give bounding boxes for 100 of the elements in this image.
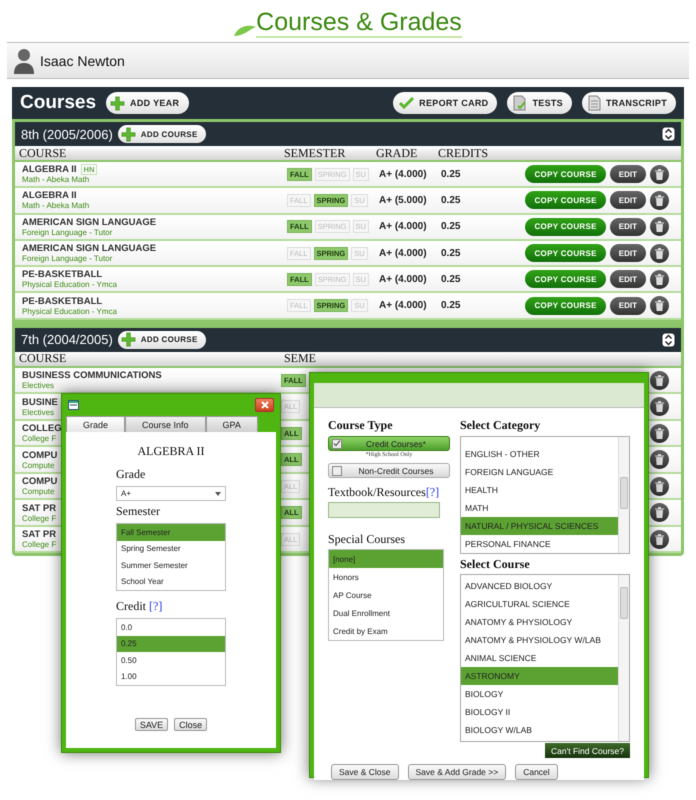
dialog-tab[interactable]: Course Info: [125, 416, 206, 432]
course-option[interactable]: ASTRONOMY: [461, 667, 618, 685]
trash-icon: [655, 480, 664, 492]
delete-button[interactable]: [650, 296, 669, 316]
semester-option[interactable]: Summer Semester: [117, 557, 225, 574]
delete-button[interactable]: [650, 424, 669, 443]
course-subtitle: Compute: [22, 487, 54, 496]
dialog-tab[interactable]: GPA: [206, 416, 258, 432]
special-course-option[interactable]: AP Course: [329, 586, 443, 604]
dialog-button[interactable]: Close: [174, 718, 208, 731]
semester-label: Semester: [116, 504, 161, 519]
special-course-option[interactable]: Honors: [329, 568, 443, 586]
delete-button[interactable]: [650, 190, 669, 210]
year-title: 8th (2005/2006): [21, 126, 113, 142]
credit-option[interactable]: 0.0: [117, 619, 225, 636]
dialog-button[interactable]: Cancel: [515, 764, 558, 780]
close-button[interactable]: [255, 398, 274, 412]
special-course-option[interactable]: Credit by Exam: [329, 622, 443, 640]
dialog-button[interactable]: Save & Close: [331, 764, 398, 780]
grade-select[interactable]: A+: [116, 486, 226, 501]
help-link[interactable]: [?]: [149, 599, 162, 613]
delete-button[interactable]: [650, 270, 669, 289]
credit-option[interactable]: 0.25: [117, 636, 225, 652]
help-link[interactable]: [?]: [426, 485, 440, 499]
textbook-input[interactable]: [328, 502, 440, 518]
special-courses-label: Special Courses: [328, 532, 406, 547]
edit-button[interactable]: EDIT: [610, 165, 646, 184]
course-option[interactable]: BIOLOGY: [461, 685, 618, 703]
dialog-button[interactable]: SAVE: [134, 718, 168, 731]
dialog-button[interactable]: Save & Add Grade >>: [408, 764, 506, 780]
add-year-button[interactable]: ADD YEAR: [106, 92, 190, 114]
category-option[interactable]: NATURAL / PHYSICAL SCIENCES: [461, 517, 618, 535]
course-name: BUSINESS COMMUNICATIONS: [22, 370, 162, 382]
copy-course-button[interactable]: COPY COURSE: [525, 218, 606, 236]
semester-option[interactable]: Spring Semester: [117, 540, 225, 557]
delete-button[interactable]: [650, 450, 669, 470]
copy-course-button[interactable]: COPY COURSE: [525, 244, 606, 262]
copy-course-button[interactable]: COPY COURSE: [525, 296, 606, 315]
copy-course-button[interactable]: COPY COURSE: [525, 270, 606, 288]
delete-button[interactable]: [650, 370, 669, 390]
course-type-toggle[interactable]: Credit Courses*: [328, 436, 450, 451]
delete-button[interactable]: [650, 530, 669, 549]
credit-option[interactable]: 0.50: [117, 652, 225, 668]
toolbar-button[interactable]: TESTS: [507, 92, 572, 114]
trash-icon: [655, 428, 664, 439]
collapse-icon[interactable]: [662, 332, 675, 347]
cant-find-course-button[interactable]: Can't Find Course?: [545, 743, 630, 758]
copy-course-button[interactable]: COPY COURSE: [525, 165, 606, 184]
category-option[interactable]: FOREIGN LANGUAGE: [461, 463, 618, 481]
category-option[interactable]: MATH: [461, 499, 618, 517]
course-type-toggle[interactable]: Non-Credit Courses: [328, 463, 450, 478]
dialog-tab[interactable]: Grade: [66, 416, 126, 432]
category-option[interactable]: ENGLISH - OTHER: [461, 445, 618, 463]
course-option[interactable]: ANATOMY & PHYSIOLOGY: [461, 613, 618, 631]
copy-course-button[interactable]: COPY COURSE: [525, 191, 606, 210]
special-course-option[interactable]: Dual Enrollment: [329, 604, 443, 622]
scrollbar[interactable]: [618, 437, 629, 553]
delete-button[interactable]: [650, 164, 669, 184]
course-label: Select Course: [460, 557, 531, 572]
course-option[interactable]: BIOLOGY W/LAB: [461, 721, 618, 739]
edit-button[interactable]: EDIT: [610, 218, 646, 236]
delete-button[interactable]: [650, 476, 669, 496]
delete-button[interactable]: [650, 397, 669, 416]
course-name: AMERICAN SIGN LANGUAGE: [22, 243, 156, 254]
semester-option[interactable]: School Year: [117, 574, 225, 590]
delete-button[interactable]: [650, 503, 669, 522]
course-option[interactable]: ANATOMY & PHYSIOLOGY W/LAB: [461, 631, 618, 649]
edit-button[interactable]: EDIT: [610, 296, 646, 315]
course-option[interactable]: BIOLOGY II: [461, 703, 618, 721]
scrollbar[interactable]: [618, 575, 629, 741]
delete-button[interactable]: [650, 244, 669, 263]
edit-button[interactable]: EDIT: [610, 191, 646, 210]
add-course-button[interactable]: ADD COURSE: [118, 330, 206, 349]
column-header: SEMESTER: [284, 146, 346, 161]
course-subtitle: Foreign Language - Tutor: [22, 254, 114, 264]
semester-option[interactable]: Fall Semester: [117, 524, 225, 540]
special-course-option[interactable]: [none]: [329, 550, 443, 568]
grade-cell-text: A+ (4.000): [379, 221, 428, 232]
grade-cell-text: A+ (4.000): [379, 168, 428, 180]
edit-button[interactable]: EDIT: [610, 244, 646, 262]
course-option[interactable]: ADVANCED BIOLOGY: [461, 577, 618, 595]
add-course-button[interactable]: ADD COURSE: [118, 125, 206, 143]
delete-button[interactable]: [650, 217, 669, 236]
credits-cell-text: 0.25: [441, 168, 462, 180]
credit-option[interactable]: 1.00: [117, 668, 225, 685]
category-option[interactable]: PERSONAL FINANCE: [461, 535, 618, 553]
course-name: ALGEBRA II: [22, 164, 77, 176]
course-option[interactable]: ANIMAL SCIENCE: [461, 649, 618, 667]
toolbar-button[interactable]: REPORT CARD: [393, 92, 498, 114]
toolbar-button[interactable]: TRANSCRIPT: [582, 92, 676, 114]
credits-cell-text: 0.25: [441, 300, 462, 312]
course-option[interactable]: AGRICULTURAL SCIENCE: [461, 595, 618, 613]
edit-button[interactable]: EDIT: [610, 270, 646, 288]
course-subtitle: Physical Education - Ymca: [22, 280, 118, 290]
grade-cell-text: A+ (4.000): [379, 300, 428, 312]
category-option[interactable]: HEALTH: [461, 481, 618, 499]
courses-title: Courses: [20, 92, 96, 114]
year-title: 7th (2004/2005): [21, 332, 113, 348]
collapse-icon[interactable]: [662, 127, 675, 141]
trash-icon: [655, 454, 664, 466]
